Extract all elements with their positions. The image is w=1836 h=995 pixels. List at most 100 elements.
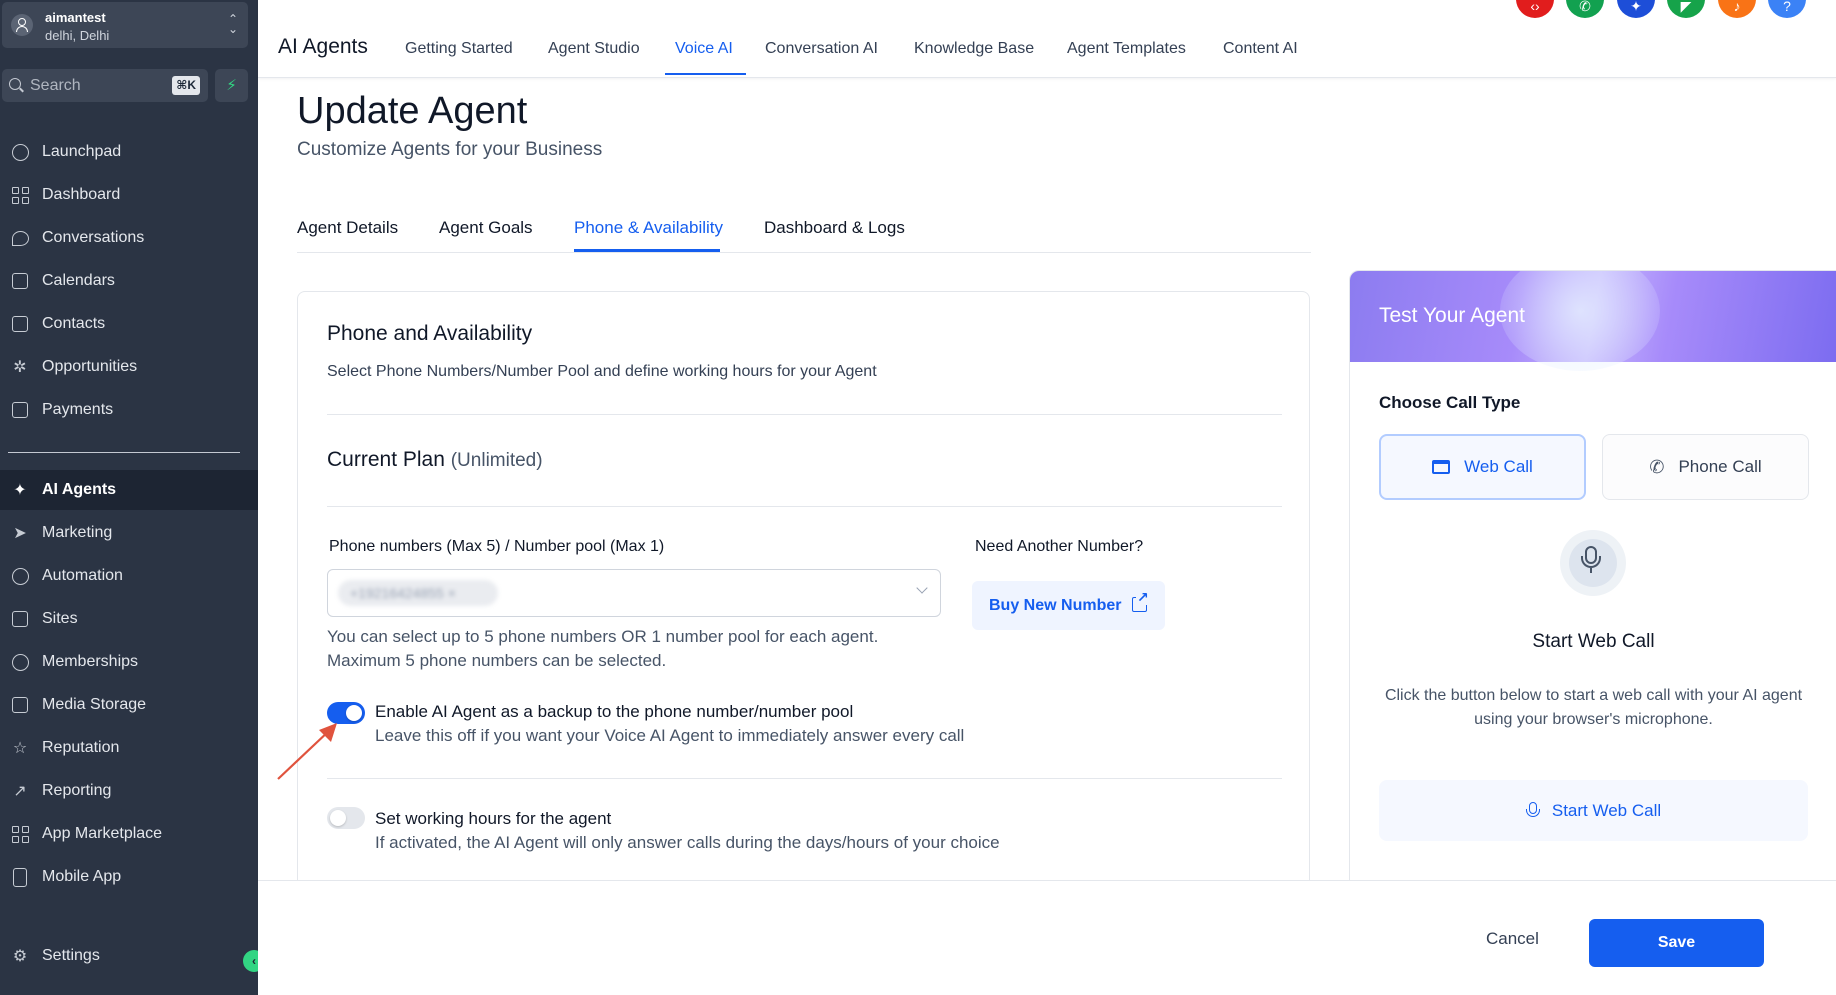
section-title: Phone and Availability: [327, 322, 533, 345]
sparkle-icon[interactable]: ✦: [1617, 0, 1655, 18]
tab-phone-availability[interactable]: Phone & Availability: [574, 218, 723, 238]
tab-knowledge-base[interactable]: Knowledge Base: [914, 40, 1034, 58]
working-hours-title: Set working hours for the agent: [375, 809, 612, 828]
dashboard-grid-icon: [9, 184, 31, 206]
sidebar-item-label: Reporting: [42, 782, 112, 799]
start-web-call-button[interactable]: Start Web Call: [1379, 780, 1808, 841]
account-location: delhi, Delhi: [45, 28, 110, 43]
toggle-knob: [330, 810, 346, 826]
phone-number-select[interactable]: +19216424855 ×: [327, 569, 941, 617]
tab-agent-details[interactable]: Agent Details: [297, 218, 398, 238]
tab-agent-goals[interactable]: Agent Goals: [439, 218, 533, 238]
sidebar-item-label: Launchpad: [42, 143, 122, 160]
sidebar-item-app-marketplace[interactable]: App Marketplace: [0, 814, 258, 854]
code-icon[interactable]: ‹›: [1516, 0, 1554, 18]
tab-voice-ai[interactable]: Voice AI: [675, 40, 733, 58]
microphone-icon: [1560, 530, 1626, 596]
section-description: Select Phone Numbers/Number Pool and def…: [327, 363, 877, 380]
sidebar-item-mobile-app[interactable]: Mobile App: [0, 857, 258, 897]
selected-number-chip[interactable]: +19216424855 ×: [338, 580, 498, 606]
sidebar-item-label: Payments: [42, 401, 114, 418]
quick-actions-bolt-icon[interactable]: ⚡: [215, 69, 248, 102]
phone-call-label: Phone Call: [1678, 457, 1762, 476]
current-plan: Current Plan (Unlimited): [327, 448, 543, 472]
sidebar-item-memberships[interactable]: Memberships: [0, 642, 258, 682]
sidebar-item-label: Dashboard: [42, 186, 121, 203]
sidebar-item-reporting[interactable]: ↗ Reporting: [0, 771, 258, 811]
divider: [327, 506, 1282, 507]
phone-icon[interactable]: ✆: [1566, 0, 1604, 18]
sidebar-item-label: Automation: [42, 567, 123, 584]
web-call-label: Web Call: [1464, 457, 1533, 476]
buy-button-label: Buy New Number: [989, 597, 1122, 614]
buy-new-number-button[interactable]: Buy New Number: [972, 581, 1165, 630]
page-title: Update Agent: [297, 90, 528, 132]
sidebar-item-payments[interactable]: Payments: [0, 390, 258, 430]
panel-header: Test Your Agent: [1350, 271, 1836, 371]
sidebar-item-opportunities[interactable]: ✲ Opportunities: [0, 347, 258, 387]
sidebar-item-reputation[interactable]: ☆ Reputation: [0, 728, 258, 768]
calendar-icon: [9, 270, 31, 292]
contacts-icon: [9, 313, 31, 335]
search-placeholder: Search: [30, 77, 81, 94]
page-subtitle: Customize Agents for your Business: [297, 139, 603, 160]
mobile-icon: [9, 866, 31, 888]
tab-agent-studio[interactable]: Agent Studio: [548, 40, 640, 58]
sidebar-item-contacts[interactable]: Contacts: [0, 304, 258, 344]
save-button[interactable]: Save: [1589, 919, 1764, 967]
sidebar-item-media-storage[interactable]: Media Storage: [0, 685, 258, 725]
phone-call-option[interactable]: ✆ Phone Call: [1602, 434, 1809, 500]
bell-icon[interactable]: ♪: [1718, 0, 1756, 18]
sidebar-item-ai-agents[interactable]: ✦ AI Agents: [0, 470, 258, 510]
sidebar-item-label: Marketing: [42, 524, 113, 541]
backup-toggle-title: Enable AI Agent as a backup to the phone…: [375, 702, 854, 721]
tab-content-ai[interactable]: Content AI: [1223, 40, 1298, 58]
sidebar-item-sites[interactable]: Sites: [0, 599, 258, 639]
choose-call-type-label: Choose Call Type: [1379, 393, 1521, 412]
tab-getting-started[interactable]: Getting Started: [405, 40, 513, 58]
sidebar-item-dashboard[interactable]: Dashboard: [0, 175, 258, 215]
sidebar-item-automation[interactable]: Automation: [0, 556, 258, 596]
web-call-option[interactable]: Web Call: [1379, 434, 1586, 500]
sidebar-item-conversations[interactable]: Conversations: [0, 218, 258, 258]
sidebar-item-label: Media Storage: [42, 696, 147, 713]
panel-title: Test Your Agent: [1379, 304, 1525, 327]
sidebar-item-label: Opportunities: [42, 358, 138, 375]
active-subtab-indicator: [574, 249, 720, 252]
help-icon[interactable]: ?: [1768, 0, 1806, 18]
sidebar-item-label: Calendars: [42, 272, 115, 289]
image-icon: [9, 694, 31, 716]
working-hours-toggle[interactable]: [327, 807, 365, 829]
phone-icon: ✆: [1649, 456, 1665, 477]
sidebar-item-calendars[interactable]: Calendars: [0, 261, 258, 301]
annotation-arrow-icon: [277, 723, 337, 780]
sidebar-item-settings[interactable]: ⚙ Settings: [0, 936, 258, 976]
cancel-button[interactable]: Cancel: [1486, 929, 1539, 949]
divider: [327, 414, 1282, 415]
start-web-call-description: Click the button below to start a web ca…: [1384, 687, 1803, 728]
opportunities-icon: ✲: [13, 359, 27, 376]
tab-conversation-ai[interactable]: Conversation AI: [765, 40, 878, 58]
sparkles-icon: ✦: [13, 482, 27, 499]
payments-icon: [9, 399, 31, 421]
need-number-label: Need Another Number?: [975, 538, 1144, 555]
tab-agent-templates[interactable]: Agent Templates: [1067, 40, 1186, 58]
sidebar-item-marketing[interactable]: ➤ Marketing: [0, 513, 258, 553]
gear-icon: ⚙: [12, 948, 28, 965]
megaphone-icon[interactable]: ◤: [1667, 0, 1705, 18]
rocket-icon: [9, 141, 31, 163]
backup-toggle-description: Leave this off if you want your Voice AI…: [375, 726, 965, 745]
plan-value: (Unlimited): [450, 450, 543, 471]
phone-numbers-label: Phone numbers (Max 5) / Number pool (Max…: [329, 538, 665, 555]
account-switcher[interactable]: aimantest delhi, Delhi ⌃ ⌄: [2, 2, 248, 48]
tab-dashboard-logs[interactable]: Dashboard & Logs: [764, 218, 905, 238]
active-tab-indicator: [665, 73, 746, 75]
trending-icon: ↗: [13, 783, 27, 800]
test-agent-panel: Test Your Agent Choose Call Type Web Cal…: [1349, 270, 1836, 880]
sidebar-item-launchpad[interactable]: Launchpad: [0, 132, 258, 172]
search-input[interactable]: Search ⌘K: [2, 69, 208, 102]
form-footer: Cancel Save: [258, 880, 1836, 995]
sidebar-item-label: Memberships: [42, 653, 139, 670]
plan-label: Current Plan: [327, 448, 445, 471]
sidebar: aimantest delhi, Delhi ⌃ ⌄ Search ⌘K ⚡ La…: [0, 0, 265, 995]
